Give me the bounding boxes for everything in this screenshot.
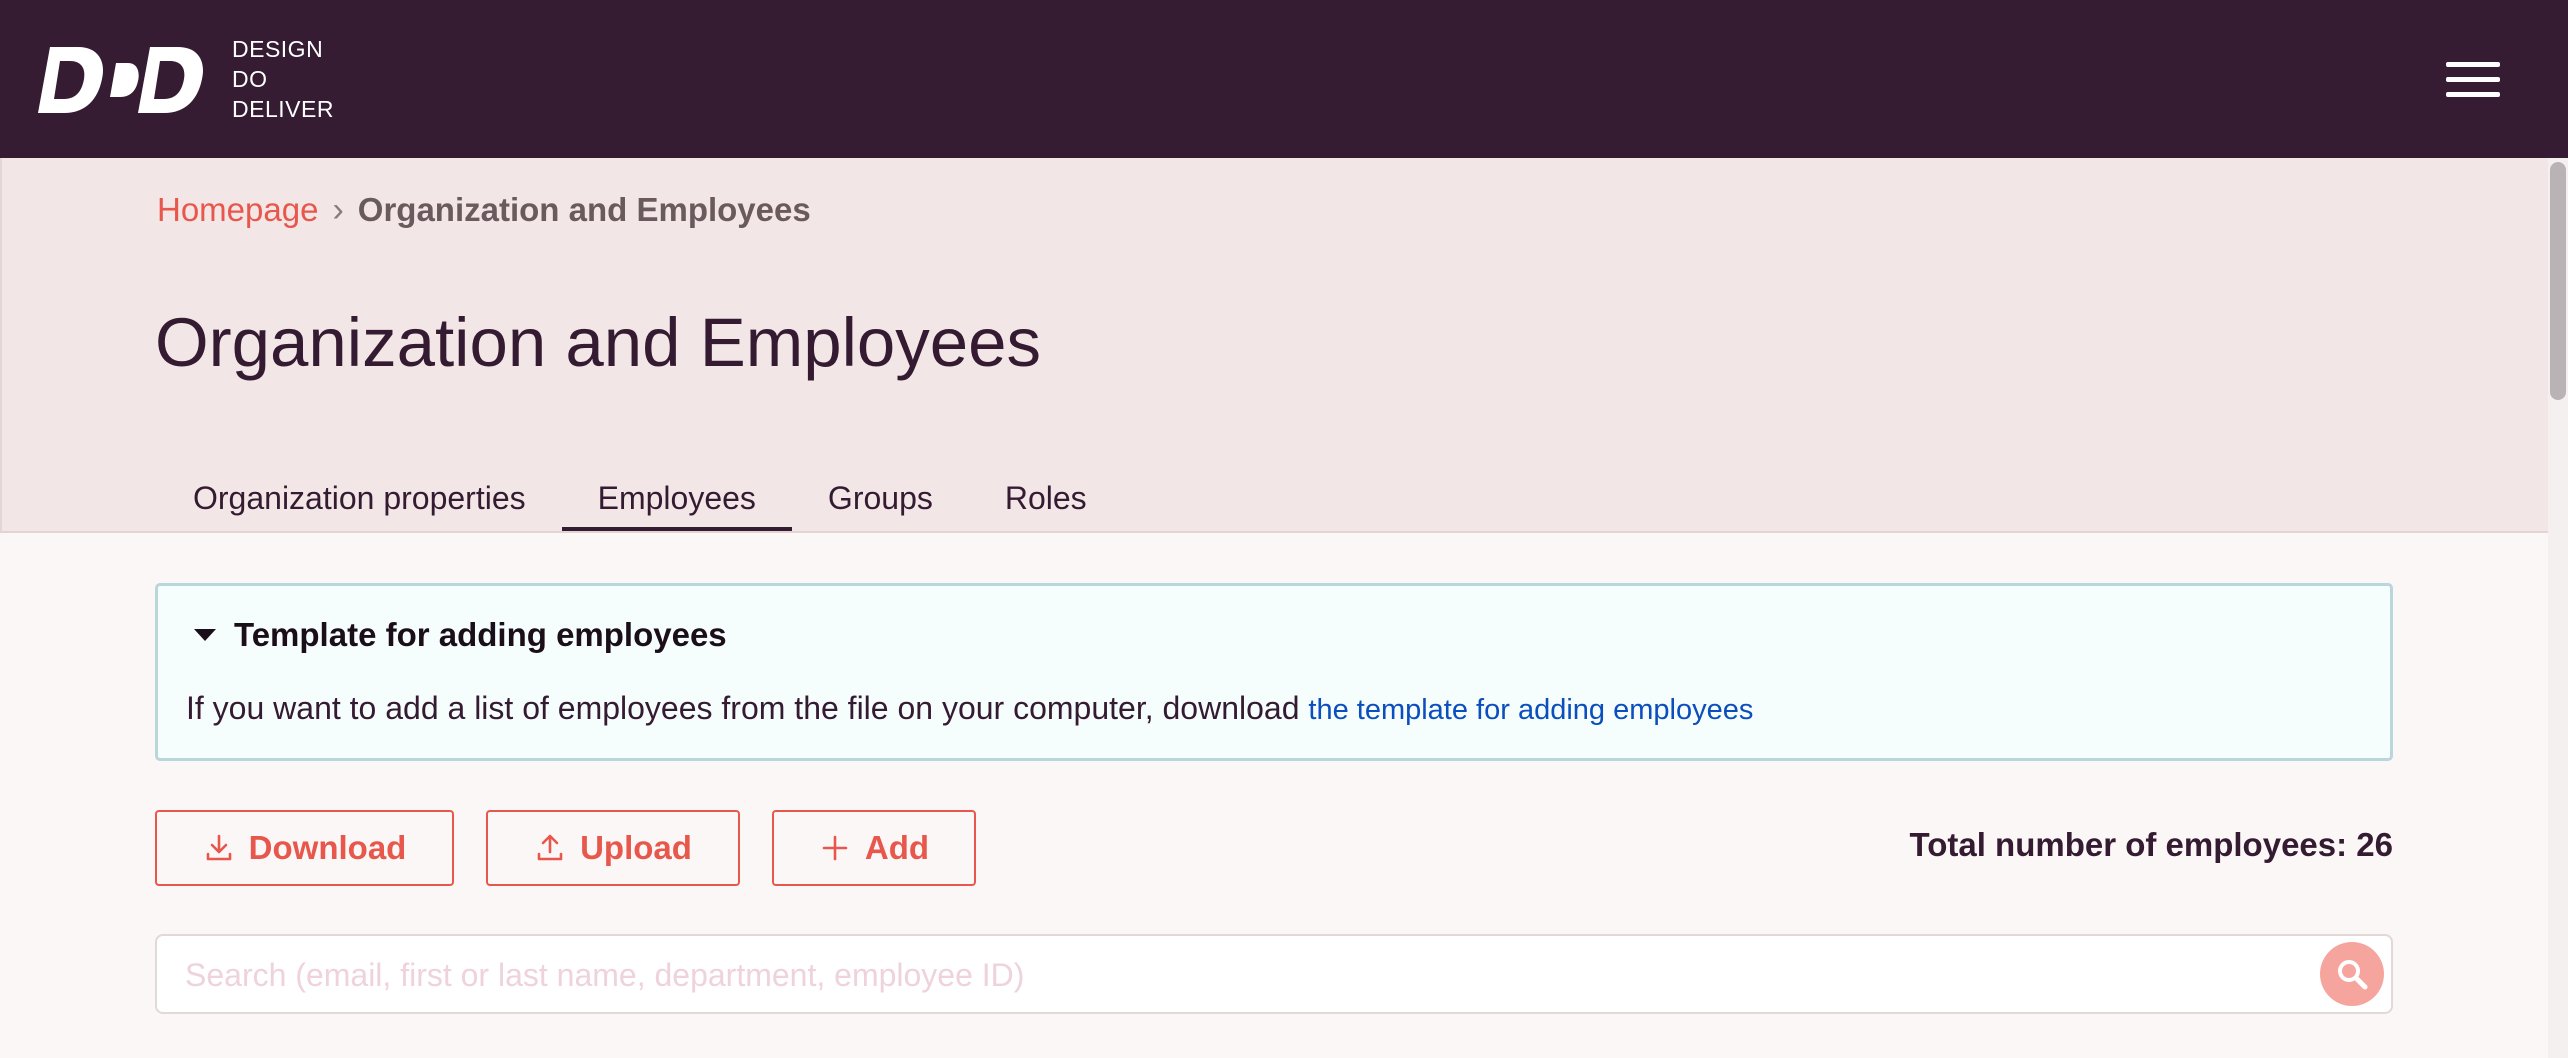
upload-icon bbox=[537, 834, 563, 861]
download-button-label: Download bbox=[248, 829, 407, 866]
menu-bar-2 bbox=[2446, 77, 2500, 82]
template-notice-toggle[interactable]: Template for adding employees bbox=[194, 616, 727, 654]
search-icon bbox=[2338, 960, 2368, 990]
tab-roles[interactable]: Roles bbox=[969, 458, 1123, 531]
search-box bbox=[155, 934, 2393, 1014]
caret-down-icon bbox=[194, 629, 216, 641]
scrollbar-thumb[interactable] bbox=[2550, 162, 2566, 400]
template-notice-text: If you want to add a list of employees f… bbox=[186, 690, 1753, 727]
plus-icon bbox=[822, 835, 848, 861]
page-title: Organization and Employees bbox=[155, 304, 1042, 381]
page-header-section: Homepage › Organization and Employees Or… bbox=[0, 158, 2548, 533]
tab-organization-properties[interactable]: Organization properties bbox=[157, 458, 562, 531]
menu-bar-1 bbox=[2446, 62, 2500, 67]
add-button-label: Add bbox=[864, 829, 930, 866]
upload-button[interactable]: Upload bbox=[486, 810, 740, 886]
tab-groups[interactable]: Groups bbox=[792, 458, 969, 531]
logo-line-design: DESIGN bbox=[232, 36, 324, 62]
add-button[interactable]: Add bbox=[772, 810, 976, 886]
hamburger-menu-icon[interactable] bbox=[2440, 58, 2502, 102]
breadcrumb-current: Organization and Employees bbox=[357, 191, 811, 228]
logo-line-do: DO bbox=[232, 66, 268, 92]
tab-employees[interactable]: Employees bbox=[561, 458, 792, 531]
logo-text: DESIGN DO DELIVER bbox=[232, 34, 334, 124]
top-bar: DESIGN DO DELIVER bbox=[0, 0, 2568, 158]
breadcrumb-chevron-icon: › bbox=[332, 191, 344, 229]
template-notice-title: Template for adding employees bbox=[234, 616, 727, 653]
download-icon bbox=[206, 834, 231, 861]
template-download-link[interactable]: the template for adding employees bbox=[1308, 694, 1753, 726]
logo-line-deliver: DELIVER bbox=[232, 96, 334, 122]
breadcrumb-home-link[interactable]: Homepage bbox=[157, 188, 318, 232]
search-input[interactable] bbox=[183, 946, 2287, 1004]
download-button[interactable]: Download bbox=[155, 810, 454, 886]
breadcrumb: Homepage › Organization and Employees bbox=[157, 188, 811, 232]
total-employees-count: Total number of employees: 26 bbox=[1909, 826, 2394, 863]
template-notice-description: If you want to add a list of employees f… bbox=[186, 690, 1300, 726]
template-notice: Template for adding employees If you wan… bbox=[155, 583, 2393, 761]
menu-bar-3 bbox=[2446, 92, 2500, 97]
upload-button-label: Upload bbox=[580, 829, 692, 866]
tab-bar: Organization properties Employees Groups… bbox=[157, 458, 1123, 533]
search-button[interactable] bbox=[2320, 942, 2384, 1006]
ddd-logo-icon[interactable] bbox=[38, 45, 204, 115]
